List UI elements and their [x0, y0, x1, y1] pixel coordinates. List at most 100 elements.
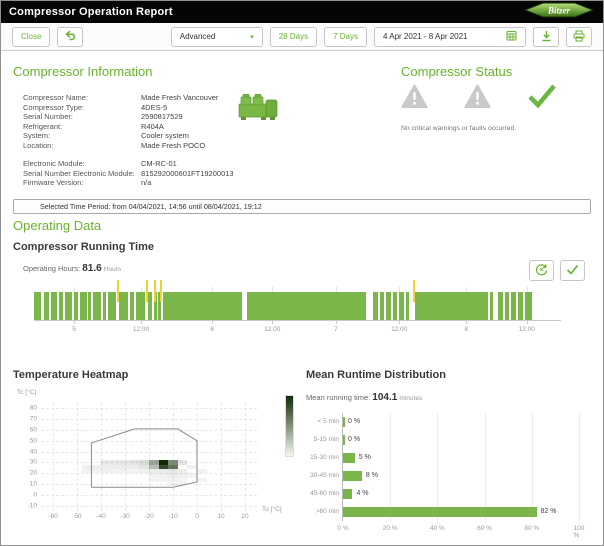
heatmap-x-tick-label: -40 [96, 513, 105, 520]
timeline-run-segment [498, 292, 503, 320]
confirm-button[interactable] [560, 260, 585, 281]
timeline-run-segment [80, 292, 86, 320]
timeline-tick-label: 6 [210, 326, 214, 333]
timeline-run-segment [65, 292, 72, 320]
report-mode-select[interactable]: Advanced ▾ [171, 27, 263, 47]
timeline-run-segment [247, 292, 366, 320]
field-value: 4DES-5 [141, 103, 218, 113]
timeline-run-segment [148, 292, 152, 320]
field-label: Electronic Module: [23, 159, 141, 169]
timeline-run-segment [74, 292, 78, 320]
heatmap-y-tick-label: 20 [30, 470, 37, 477]
reset-zoom-icon [535, 263, 548, 278]
timeline-run-segment [406, 292, 410, 320]
heatmap-y-tick-label: 60 [30, 427, 37, 434]
operating-hours-value: 81.6 [82, 263, 101, 274]
application-envelope-outline [41, 403, 257, 511]
distribution-gridline [532, 413, 533, 521]
heatmap-x-tick-label: 10 [217, 513, 224, 520]
timeline-run-segment [51, 292, 57, 320]
field-value: Made Fresh Vancouver [141, 93, 218, 103]
timeline-run-segment [34, 292, 41, 320]
reset-zoom-button[interactable] [529, 260, 554, 281]
report-content: Compressor Information Compressor Name: … [1, 51, 603, 545]
distribution-value-label: 4 % [356, 485, 368, 503]
field-value: CM-RC-01 [141, 159, 234, 169]
check-icon [566, 264, 579, 277]
distribution-bar [343, 489, 352, 499]
distribution-x-tick-label: 40 % [430, 525, 445, 532]
status-message: No critical warnings or faults occurred. [401, 125, 516, 132]
distribution-value-label: 0 % [348, 431, 360, 449]
timeline-run-segment [511, 292, 516, 320]
field-label: Compressor Type: [23, 103, 141, 113]
heatmap-x-tick-label: -20 [144, 513, 153, 520]
timeline-tick-label: 8 [464, 326, 468, 333]
warning-triangle-icon [401, 84, 428, 114]
timeline-run-segment [525, 292, 532, 320]
field-value: R404A [141, 122, 218, 132]
timeline-tick-label: 5 [72, 326, 76, 333]
heatmap-y-tick-label: 80 [30, 405, 37, 412]
temperature-heatmap-chart: -60-50-40-30-20-1001020-1001020304050607… [41, 403, 257, 511]
heatmap-y-tick-label: 70 [30, 416, 37, 423]
field-value: n/a [141, 178, 234, 188]
close-button[interactable]: Close [12, 27, 50, 47]
bitzer-logo-icon: Bitzer [523, 2, 595, 23]
timeline-run-segment [88, 292, 91, 320]
page-title: Compressor Operation Report [9, 6, 173, 18]
timeline-run-segment [119, 292, 128, 320]
heatmap-y-tick-label: 40 [30, 448, 37, 455]
timeline-warning-event [154, 280, 156, 302]
field-label: Location: [23, 141, 141, 151]
field-value: 2590817529 [141, 112, 218, 122]
chevron-down-icon: ▾ [250, 33, 254, 41]
distribution-gridline [437, 413, 438, 521]
mean-running-time-value: 104.1 [372, 392, 397, 403]
timeline-run-segment [130, 292, 134, 320]
toolbar: Close Advanced ▾ 28 Days 7 Days 4 Apr 20… [1, 23, 603, 51]
distribution-bar [343, 471, 362, 481]
timeline-axis-tick [466, 321, 467, 324]
running-time-chart[interactable]: 512:00612:00712:00812:00 [34, 287, 561, 321]
heatmap-colorbar [285, 395, 294, 457]
timeline-run-segment [518, 292, 522, 320]
timeline-run-segment [44, 292, 49, 320]
heatmap-x-tick-label: 0 [195, 513, 199, 520]
compressor-information-heading: Compressor Information [13, 64, 152, 79]
date-range-picker[interactable]: 4 Apr 2021 - 8 Apr 2021 [374, 27, 526, 47]
heatmap-x-tick-label: 20 [241, 513, 248, 520]
distribution-category-label: < 5 min [306, 413, 339, 431]
timeline-run-segment [373, 292, 378, 320]
timeline-run-segment [163, 292, 242, 320]
print-button[interactable] [566, 27, 592, 47]
printer-icon [573, 30, 585, 44]
timeline-axis-tick [212, 321, 213, 324]
timeline-run-segment [136, 292, 145, 320]
distribution-gridline [485, 413, 486, 521]
operating-hours-unit: Hours [104, 266, 121, 273]
download-button[interactable] [533, 27, 559, 47]
compressor-image-icon [237, 91, 279, 128]
timeline-tick-label: 12:00 [264, 326, 280, 333]
field-label: Firmware Version: [23, 178, 141, 188]
distribution-value-label: 82 % [541, 503, 557, 521]
heatmap-y-tick-label: 50 [30, 437, 37, 444]
timeline-warning-event [160, 280, 162, 302]
distribution-value-label: 5 % [359, 449, 371, 467]
download-arrow-icon [541, 30, 552, 44]
range-28-days-button[interactable]: 28 Days [270, 27, 317, 47]
compressor-info-fields: Compressor Name: Made Fresh Vancouver Co… [23, 93, 218, 150]
field-value: 815292000601FT19200013 [141, 169, 234, 179]
heatmap-y-tick-label: 30 [30, 459, 37, 466]
distribution-gridline [390, 413, 391, 521]
timeline-axis-tick [527, 321, 528, 324]
range-7-days-button[interactable]: 7 Days [324, 27, 367, 47]
timeline-chart-buttons [529, 260, 585, 281]
back-button[interactable] [57, 27, 83, 47]
operating-hours-line: Operating Hours: 81.6 Hours [23, 263, 121, 274]
heatmap-title: Temperature Heatmap [13, 369, 128, 381]
timeline-tick-label: 12:00 [519, 326, 535, 333]
distribution-x-tick-label: 60 % [477, 525, 492, 532]
selected-time-period-text: Selected Time Period: from 04/04/2021, 1… [40, 202, 262, 211]
